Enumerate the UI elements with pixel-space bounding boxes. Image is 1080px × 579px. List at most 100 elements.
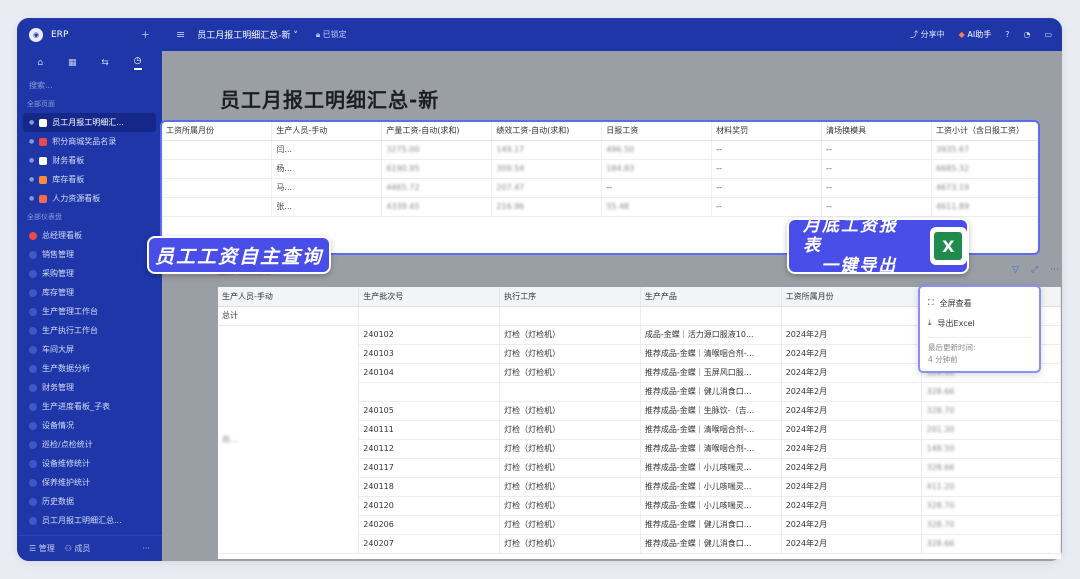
table2-header[interactable]: 执行工序 (499, 287, 641, 307)
table1-cell: 4611.89 (931, 197, 1038, 217)
table1-cell (162, 178, 273, 198)
sidebar-dashboard-item[interactable]: 车间大屏 (17, 340, 162, 359)
table1-cell: -- (821, 140, 932, 160)
table2-cell: 240105 (358, 401, 501, 421)
help-icon[interactable]: ? (1005, 30, 1009, 39)
sidebar-dashboard-label: 保养维护统计 (42, 478, 90, 487)
search-input[interactable]: 搜索... (17, 75, 162, 95)
table1-cell-value: 闫... (276, 145, 293, 154)
table2-cell-value: 推荐成品-金蝶｜玉屏风口服... (644, 368, 752, 377)
table2-cell: 灯检（灯检机） (499, 420, 641, 440)
table2-cell: 2024年2月 (781, 477, 923, 497)
table2-cell-value: 2024年2月 (785, 520, 828, 529)
table1-header[interactable]: 日报工资 (601, 122, 713, 141)
table2-header[interactable]: 生产批次号 (358, 287, 501, 307)
table2-cell: 灯检（灯检机） (499, 363, 641, 383)
table2-cell: 灯检（灯检机） (499, 344, 641, 364)
sidebar-footer: ☰ 管理 ⚇ 成员 ··· (17, 535, 162, 561)
table1-cell (162, 159, 273, 179)
sidebar-dashboard-item[interactable]: 生产进度看板_子表 (17, 397, 162, 416)
table1-header[interactable]: 生产人员-手动 (271, 122, 383, 141)
sidebar-dashboard-item[interactable]: 库存管理 (17, 283, 162, 302)
download-icon: ⤓ (928, 318, 932, 327)
clock-icon[interactable]: ◷ (133, 56, 142, 70)
dashboard-icon (29, 231, 37, 240)
table1-cell-value: -- (826, 145, 832, 154)
table1-cell-value: 杨... (276, 164, 293, 173)
page-title: 员工月报工明细汇总-新 (220, 88, 440, 112)
manage-button[interactable]: ☰ 管理 (29, 543, 55, 554)
home-icon[interactable]: ⌂ (37, 58, 43, 68)
table1-header[interactable]: 清场换模具 (821, 122, 932, 141)
topbar-title-text: 员工月报工明细汇总-新 (197, 31, 291, 41)
sidebar-dashboard-item[interactable]: 员工月报工明细汇总... (17, 511, 162, 530)
sidebar-dashboard-item[interactable]: 生产管理工作台 (17, 302, 162, 321)
table2-header[interactable]: 工资所属月份 (781, 287, 923, 307)
sidebar-dashboard-label: 员工月报工明细汇总... (42, 516, 122, 525)
sidebar-dashboard-item[interactable]: 生产执行工作台 (17, 321, 162, 340)
sidebar-page-item[interactable]: ● 库存看板 (17, 170, 162, 189)
sidebar-dashboard-item[interactable]: 设备维修统计 (17, 454, 162, 473)
page-tab-title[interactable]: 员工月报工明细汇总-新 ˅ (197, 28, 298, 41)
table2-cell: 推荐成品-金蝶｜健儿消食口... (640, 382, 782, 402)
table1-cell: 6190.95 (381, 159, 493, 179)
sidebar-page-item[interactable]: ● 人力资源看板 (17, 189, 162, 208)
table2-cell-value: 240118 (363, 482, 394, 491)
dashboard-icon (29, 364, 37, 373)
sidebar-dashboard-item[interactable]: 生产数据分析 (17, 359, 162, 378)
sidebar-dashboard-item[interactable]: 保养维护统计 (17, 473, 162, 492)
table1-header[interactable]: 绩效工资-自动(求和) (491, 122, 603, 141)
sidebar-page-item[interactable]: ● 财务看板 (17, 151, 162, 170)
app-logo[interactable]: ◉ (29, 27, 43, 42)
members-button[interactable]: ⚇ 成员 (65, 543, 91, 554)
table1-header[interactable]: 材料奖罚 (711, 122, 823, 141)
fullscreen-menu-item[interactable]: ⛶ 全屏查看 (928, 293, 1031, 313)
section-dashboards-label: 全部仪表盘 (27, 213, 62, 221)
more-icon[interactable]: ··· (142, 544, 150, 553)
table1-header[interactable]: 产量工资-自动(求和) (381, 122, 493, 141)
sidebar-dashboard-item[interactable]: 财务管理 (17, 378, 162, 397)
table2-cell-value: 2024年2月 (785, 501, 828, 510)
sidebar-dashboard-item[interactable]: 设备情况 (17, 416, 162, 435)
last-updated-label: 最后更新时间: (928, 343, 976, 352)
table1-cell-value: 55.48 (606, 202, 630, 211)
page-icon (39, 118, 48, 127)
table2-cell-value: 推荐成品-金蝶｜健儿消食口... (644, 387, 752, 396)
table2-cell-value: 240102 (363, 330, 394, 339)
bell-icon[interactable]: ◔ (1023, 30, 1030, 39)
sidebar-dashboard-item[interactable]: 采购管理 (17, 264, 162, 283)
dashboard-icon (29, 269, 37, 278)
grid-icon[interactable]: ▦ (68, 58, 77, 68)
ai-assistant-button[interactable]: ◆ AI助手 (959, 29, 992, 40)
share-button[interactable]: ⤴ 分享中 (910, 29, 945, 40)
menu-divider (928, 337, 1031, 338)
table1-header[interactable]: 工资小计（含日报工资） (931, 122, 1038, 141)
table1-cell-value: 496.50 (606, 145, 635, 154)
dashboard-icon (29, 497, 37, 506)
table2-cell-value: 240206 (363, 520, 394, 529)
sidebar-dashboard-item[interactable]: 总经理看板 (17, 226, 162, 245)
flow-icon[interactable]: ⇆ (101, 58, 109, 68)
export-excel-menu-item[interactable]: ⤓ 导出Excel (928, 313, 1031, 333)
menu-icon[interactable]: ≡ (176, 28, 185, 41)
table2-header[interactable]: 生产人员-手动 (218, 287, 360, 307)
sidebar-dashboard-item[interactable]: 历史数据 (17, 492, 162, 511)
export-callout: 月底工资报表 一键导出 X (787, 216, 969, 276)
filter-icon-2[interactable]: ▽ (1012, 265, 1019, 275)
more-options-icon[interactable]: ⋯ (1050, 265, 1059, 275)
add-icon[interactable]: + (141, 28, 150, 41)
table2-cell-value: 240207 (363, 539, 394, 548)
table2-cell: 2024年2月 (781, 458, 923, 478)
table2-cell: 推荐成品-金蝶｜健儿消食口... (640, 515, 782, 535)
expand-icon[interactable]: ⤢ (1031, 265, 1038, 275)
members-label: 成员 (74, 544, 91, 553)
table2-cell: 2024年2月 (781, 363, 923, 383)
window-icon[interactable]: ▭ (1044, 30, 1052, 39)
table2-header[interactable]: 生产产品 (640, 287, 782, 307)
table1-header[interactable]: 工资所属月份 (162, 122, 273, 141)
table2-cell-value: 2024年2月 (785, 425, 828, 434)
sidebar-page-item[interactable]: ● 积分商城奖品名录 (17, 132, 162, 151)
sidebar-dashboard-item[interactable]: 巡检/点检统计 (17, 435, 162, 454)
sidebar-dashboard-item[interactable]: 销售管理 (17, 245, 162, 264)
sidebar-page-item[interactable]: ● 员工月报工明细汇... (23, 113, 156, 132)
